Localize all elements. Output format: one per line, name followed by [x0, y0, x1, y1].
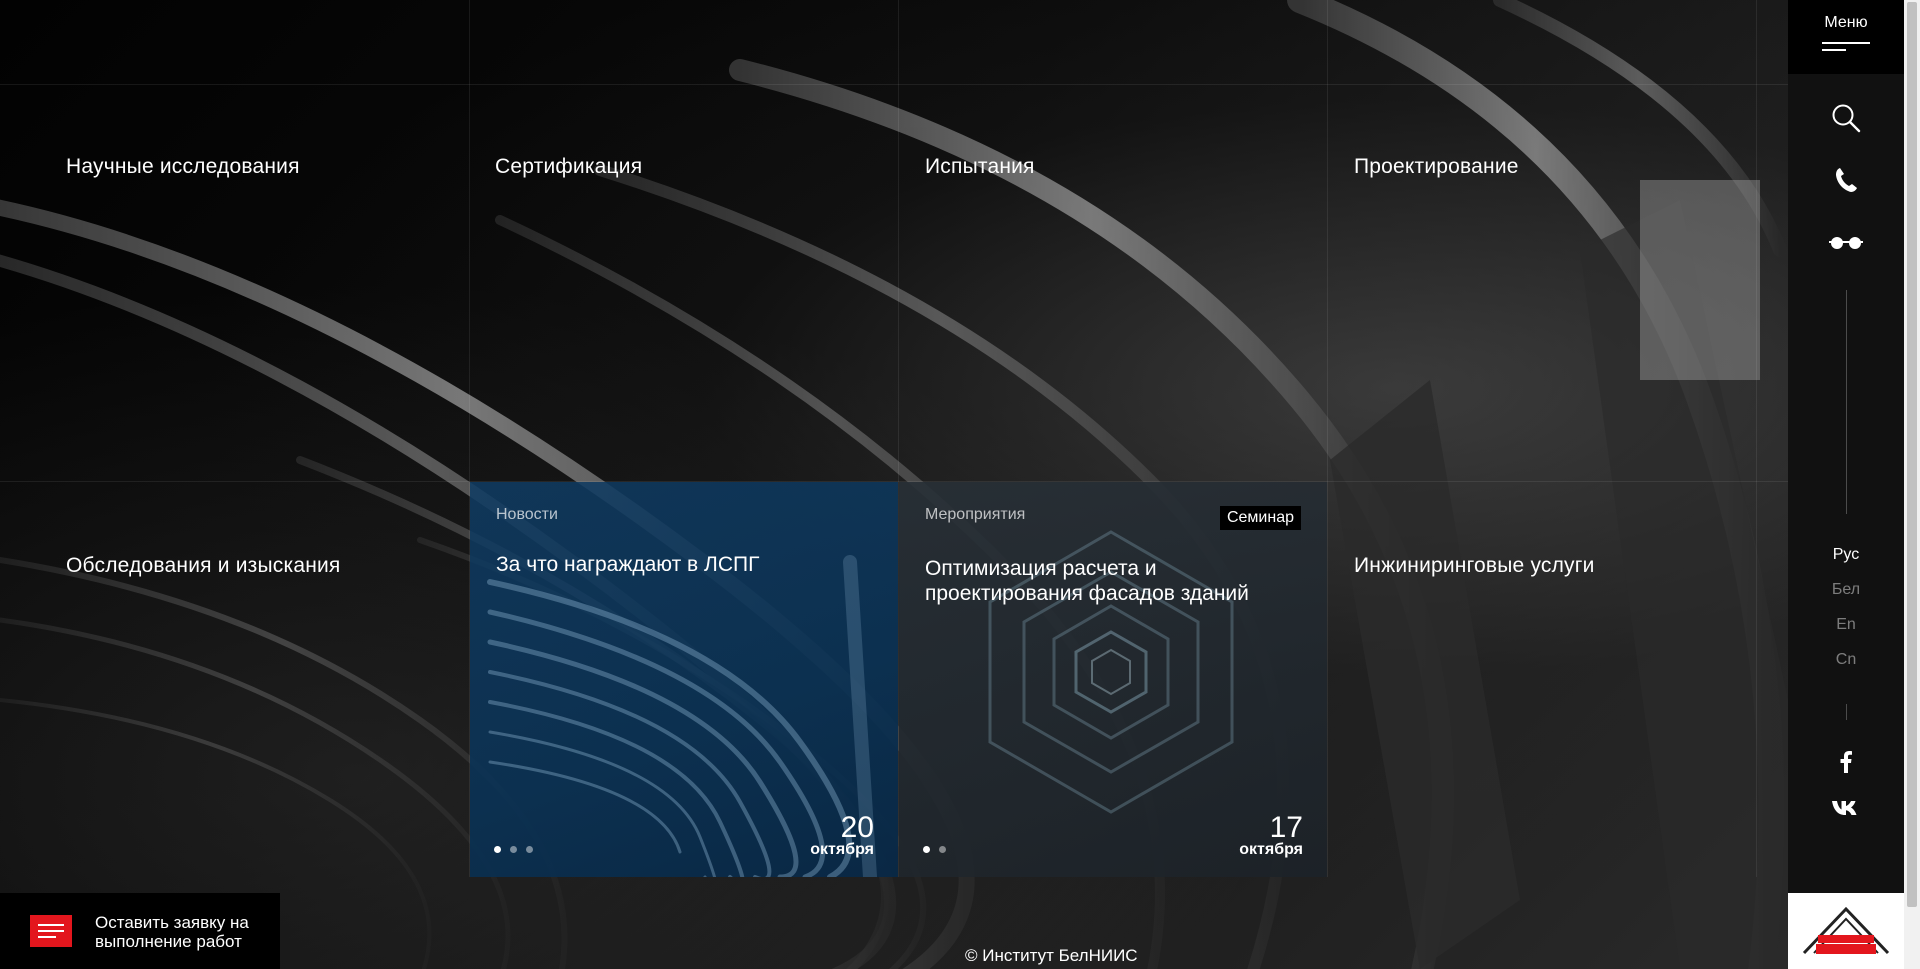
page-scrollbar[interactable] [1904, 0, 1920, 969]
copyright-text: © Институт БелНИИС [965, 946, 1138, 965]
menu-button[interactable]: Меню [1788, 0, 1904, 74]
tile-design[interactable]: Проектирование [1328, 85, 1756, 481]
events-slider-dots [923, 846, 946, 853]
request-form-icon [30, 915, 72, 947]
tile-surveys[interactable]: Обследования и изыскания [0, 482, 469, 877]
event-date-day: 17 [1269, 811, 1303, 844]
menu-line [1822, 42, 1870, 44]
tile-research[interactable]: Научные исследования [0, 85, 469, 481]
belniis-logo[interactable] [1788, 893, 1904, 969]
events-card[interactable]: Мероприятия Семинар Оптимизация расчета … [899, 482, 1327, 877]
slider-dot[interactable] [526, 846, 533, 853]
lang-ru[interactable]: Рус [1788, 546, 1904, 564]
tile-surveys-title: Обследования и изыскания [66, 554, 341, 577]
grid-line [1756, 0, 1757, 877]
events-category: Мероприятия [925, 506, 1026, 523]
facebook-icon[interactable] [1826, 747, 1866, 777]
menu-label: Меню [1824, 14, 1868, 31]
lang-en[interactable]: En [1788, 616, 1904, 634]
news-date-day: 20 [840, 811, 874, 844]
sidebar-divider [1846, 290, 1847, 514]
tile-certification-title: Сертификация [495, 155, 643, 178]
event-date-month: октября [1239, 841, 1303, 858]
tile-testing-title: Испытания [925, 155, 1035, 178]
news-slider-dots [494, 846, 533, 853]
menu-line [1822, 49, 1846, 51]
slider-dot[interactable] [923, 846, 930, 853]
tile-engineering-title: Инжиниринговые услуги [1354, 554, 1595, 577]
request-label: Оставить заявку на выполнение работ [95, 913, 249, 951]
event-type-badge: Семинар [1219, 506, 1301, 530]
news-date-month: октября [810, 841, 874, 858]
glasses-icon[interactable] [1826, 223, 1866, 263]
lang-by[interactable]: Бел [1788, 581, 1904, 599]
slider-dot[interactable] [494, 846, 501, 853]
phone-icon[interactable] [1826, 160, 1866, 200]
news-headline[interactable]: За что награждают в ЛСПГ [496, 552, 759, 577]
vk-icon[interactable] [1826, 793, 1866, 823]
request-label-line1: Оставить заявку на [95, 913, 249, 932]
news-card[interactable]: Новости За что награждают в ЛСПГ 20 октя… [470, 482, 898, 877]
tile-engineering[interactable]: Инжиниринговые услуги [1328, 482, 1756, 877]
right-sidebar: Меню Рус Бел En Cn [1788, 0, 1904, 969]
events-card-image [988, 530, 1234, 814]
news-card-image [487, 555, 877, 877]
request-work-button[interactable]: Оставить заявку на выполнение работ [0, 893, 280, 969]
lang-cn[interactable]: Cn [1788, 651, 1904, 669]
sidebar-divider [1846, 704, 1847, 720]
logo-mark-icon [1802, 906, 1890, 955]
tile-testing[interactable]: Испытания [899, 85, 1327, 481]
tile-research-title: Научные исследования [66, 155, 300, 178]
scrollbar-thumb[interactable] [1907, 2, 1917, 907]
news-category: Новости [496, 506, 558, 523]
slider-dot[interactable] [939, 846, 946, 853]
slider-dot[interactable] [510, 846, 517, 853]
event-headline[interactable]: Оптимизация расчета и проектирования фас… [925, 556, 1315, 606]
request-label-line2: выполнение работ [95, 932, 242, 951]
tile-certification[interactable]: Сертификация [470, 85, 898, 481]
tile-design-title: Проектирование [1354, 155, 1519, 178]
search-icon[interactable] [1826, 98, 1866, 138]
